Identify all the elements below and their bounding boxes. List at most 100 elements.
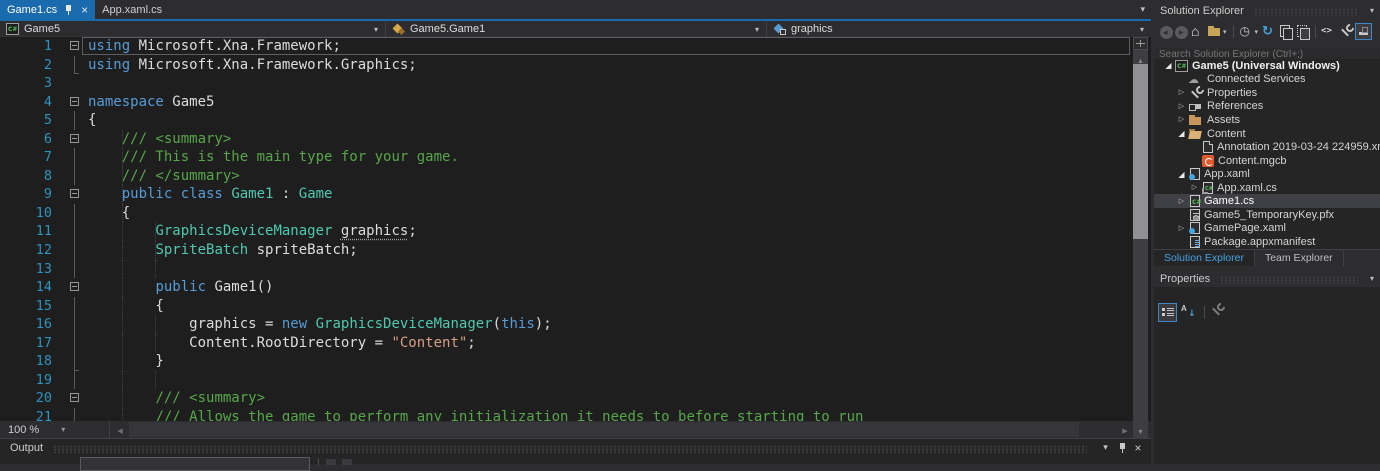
vertical-scrollbar-thumb[interactable] [1133, 64, 1148, 239]
code-line-9[interactable]: 9 public class Game1 : Game [0, 185, 1151, 204]
code-line-16[interactable]: 16 graphics = new GraphicsDeviceManager(… [0, 315, 1151, 334]
nest-related-files-icon[interactable] [1278, 24, 1294, 40]
properties-title-bar[interactable]: Properties ▾ [1154, 270, 1380, 287]
field-icon [773, 23, 786, 35]
tree-item-package-appxmanifest[interactable]: Package.appxmanifest [1154, 235, 1380, 249]
window-position-chevron-icon[interactable]: ▾ [1098, 442, 1113, 453]
preview-selected-items-icon[interactable] [1355, 23, 1373, 40]
fold-collapse-icon[interactable] [60, 37, 82, 56]
output-source-combobox[interactable] [80, 457, 310, 471]
code-line-2[interactable]: 2 using Microsoft.Xna.Framework.Graphics; [0, 55, 1151, 75]
fold-collapse-icon[interactable] [60, 130, 82, 149]
tree-item-game5-temporarykey-pfx[interactable]: Game5_TemporaryKey.pfx [1154, 208, 1380, 222]
back-icon[interactable] [1160, 25, 1173, 39]
tree-item-game5-universal-windows[interactable]: ◢ Game5 (Universal Windows) [1154, 59, 1380, 73]
fold-collapse-icon[interactable] [60, 93, 82, 112]
expander-closed-icon[interactable]: ▷ [1175, 222, 1188, 235]
close-icon[interactable]: × [81, 4, 88, 16]
solution-explorer-title-bar[interactable]: Solution Explorer ▾ [1154, 2, 1380, 19]
expander-closed-icon[interactable]: ▷ [1175, 113, 1188, 126]
pending-changes-filter-icon[interactable] [1239, 24, 1254, 39]
code-line-15[interactable]: 15 { [0, 296, 1151, 316]
code-line-6[interactable]: 6 /// <summary> [0, 129, 1151, 149]
code-line-17[interactable]: 17 Content.RootDirectory = "Content"; [0, 333, 1151, 353]
window-position-chevron-icon[interactable]: ▾ [1370, 6, 1374, 15]
tree-item-annotation-2019-03-24-224959-xnb[interactable]: Annotation 2019-03-24 224959.xnb [1154, 140, 1380, 154]
code-line-11[interactable]: 11 GraphicsDeviceManager graphics; [0, 222, 1151, 242]
output-title-bar[interactable]: Output ▾ × [0, 439, 1151, 456]
code-line-21[interactable]: 21 /// Allows the game to perform any in… [0, 407, 1151, 421]
properties-icon[interactable] [1338, 24, 1353, 39]
property-pages-wrench-icon[interactable] [1209, 303, 1228, 322]
tree-item-connected-services[interactable]: Connected Services [1154, 73, 1380, 87]
horizontal-scrollbar-row: 100 % ▾ [0, 421, 1151, 438]
fold-collapse-icon[interactable] [60, 389, 82, 408]
show-all-files-icon[interactable] [1295, 24, 1311, 40]
switch-views-icon[interactable] [1207, 25, 1222, 40]
scroll-down-arrow-icon[interactable] [1133, 421, 1148, 438]
code-line-18[interactable]: 18 } [0, 352, 1151, 371]
code-line-4[interactable]: 4 namespace Game5 [0, 93, 1151, 112]
categorized-icon[interactable] [1158, 303, 1177, 322]
type-dropdown[interactable]: Game5.Game1 ▾ [386, 21, 767, 37]
expander-open-icon[interactable]: ◢ [1175, 168, 1188, 181]
tree-item-content-mgcb[interactable]: Content.mgcb [1154, 154, 1380, 168]
editor-split-handle-icon[interactable] [1133, 37, 1148, 50]
tree-item-content[interactable]: ◢ Content [1154, 127, 1380, 141]
chevron-down-icon[interactable]: ▾ [1223, 28, 1227, 36]
scroll-right-arrow-icon[interactable] [1118, 421, 1132, 438]
tab-game1-cs[interactable]: Game1.cs × [0, 0, 96, 19]
tree-item-references[interactable]: ▷ References [1154, 100, 1380, 114]
horizontal-scrollbar-thumb[interactable] [129, 422, 1079, 437]
fold-collapse-icon[interactable] [60, 278, 82, 297]
alphabetical-sort-icon[interactable] [1179, 303, 1198, 322]
pin-icon[interactable] [64, 4, 74, 15]
code-line-20[interactable]: 20 /// <summary> [0, 389, 1151, 408]
expander-closed-icon[interactable]: ▷ [1188, 181, 1201, 194]
fold-collapse-icon[interactable] [60, 185, 82, 204]
project-dropdown[interactable]: Game5 ▾ [0, 21, 386, 37]
tree-item-properties[interactable]: ▷ Properties [1154, 86, 1380, 100]
window-position-chevron-icon[interactable]: ▾ [1370, 274, 1374, 283]
outlining-margin [60, 370, 82, 390]
expander-closed-icon[interactable]: ▷ [1175, 100, 1188, 113]
code-editor[interactable]: 1 using Microsoft.Xna.Framework; 2 using Mi… [0, 37, 1151, 421]
refresh-icon[interactable] [1261, 23, 1276, 39]
code-line-8[interactable]: 8 /// </summary> [0, 166, 1151, 186]
tab-overflow-chevron-icon[interactable]: ▾ [1140, 4, 1145, 15]
tree-item-game1-cs[interactable]: ▷ Game1.cs [1154, 194, 1380, 209]
code-line-1[interactable]: 1 using Microsoft.Xna.Framework; [0, 37, 1151, 56]
tree-item-assets[interactable]: ▷ Assets [1154, 113, 1380, 127]
tree-item-gamepage-xaml[interactable]: ▷ GamePage.xaml [1154, 222, 1380, 236]
expander-open-icon[interactable]: ◢ [1175, 127, 1188, 140]
code-line-12[interactable]: 12 SpriteBatch spriteBatch; [0, 241, 1151, 260]
editor-zoom-control[interactable]: 100 % ▾ [0, 421, 110, 438]
tab-solution-explorer[interactable]: Solution Explorer [1154, 250, 1255, 266]
forward-icon[interactable] [1175, 25, 1188, 39]
member-dropdown[interactable]: graphics ▾ [767, 21, 1151, 37]
expander-open-icon[interactable]: ◢ [1162, 59, 1175, 72]
code-line-19[interactable]: 19 [0, 370, 1151, 390]
output-toolbar-icon[interactable] [326, 459, 336, 465]
code-line-14[interactable]: 14 public Game1() [0, 278, 1151, 297]
scroll-left-arrow-icon[interactable] [113, 421, 127, 438]
code-line-10[interactable]: 10 { [0, 203, 1151, 223]
scroll-up-arrow-icon[interactable] [1133, 50, 1148, 63]
tree-item-app-xaml[interactable]: ◢ App.xaml [1154, 167, 1380, 181]
code-line-5[interactable]: 5{ [0, 111, 1151, 130]
home-icon[interactable] [1190, 23, 1205, 39]
code-line-7[interactable]: 7 /// This is the main type for your gam… [0, 148, 1151, 167]
vertical-scrollbar[interactable] [1133, 37, 1148, 421]
expander-closed-icon[interactable]: ▷ [1175, 86, 1188, 99]
code-line-3[interactable]: 3 [0, 74, 1151, 93]
expander-closed-icon[interactable]: ▷ [1175, 195, 1188, 208]
tab-team-explorer[interactable]: Team Explorer [1255, 250, 1344, 266]
code-line-13[interactable]: 13 [0, 259, 1151, 279]
chevron-down-icon[interactable]: ▾ [1255, 28, 1259, 36]
pin-icon[interactable] [1117, 442, 1129, 454]
tree-item-app-xaml-cs[interactable]: ▷ App.xaml.cs [1154, 181, 1380, 195]
tab-app-xaml-cs[interactable]: App.xaml.cs [95, 0, 169, 19]
output-toolbar-icon[interactable] [342, 459, 352, 465]
view-code-icon[interactable] [1321, 24, 1336, 39]
close-icon[interactable]: × [1131, 442, 1145, 454]
